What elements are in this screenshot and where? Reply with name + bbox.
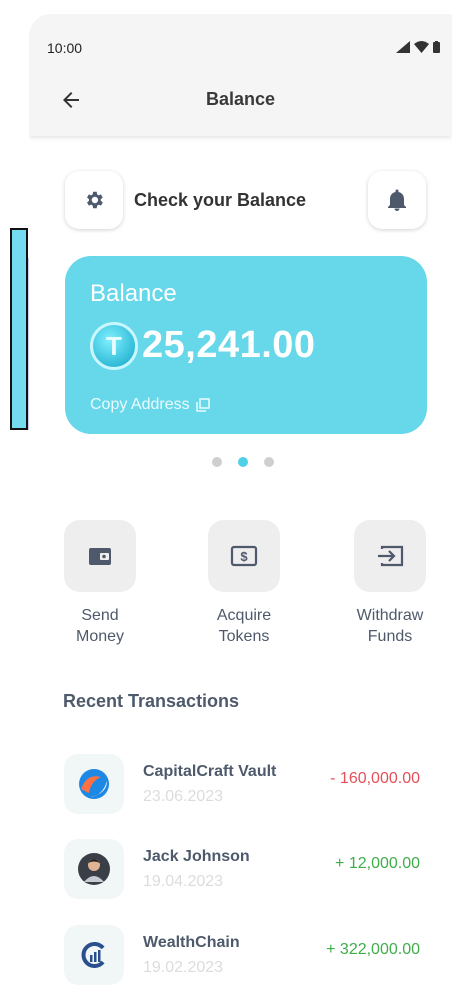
- status-time: 10:00: [47, 40, 83, 56]
- transaction-row[interactable]: Jack Johnson 19.04.2023 + 12,000.00: [64, 839, 434, 901]
- wealthchain-logo-icon: [64, 925, 124, 985]
- card-label: Balance: [90, 280, 177, 307]
- send-money-button[interactable]: Send Money: [50, 520, 150, 647]
- copy-address-button[interactable]: Copy Address: [90, 396, 210, 414]
- transaction-row[interactable]: WealthChain 19.02.2023 + 322,000.00: [64, 925, 434, 987]
- status-icons: [396, 41, 440, 53]
- transaction-date: 19.04.2023: [143, 873, 224, 890]
- app-bar: 10:00 Balance: [29, 14, 452, 136]
- dollar-bill-icon: $: [230, 545, 258, 567]
- transaction-date: 19.02.2023: [143, 959, 224, 976]
- capitalcraft-logo-icon: [64, 754, 124, 814]
- notifications-button[interactable]: [368, 171, 426, 229]
- transaction-name: Jack Johnson: [143, 848, 250, 865]
- transaction-amount: - 160,000.00: [330, 770, 420, 787]
- pager-dot[interactable]: [212, 457, 222, 467]
- withdraw-icon: [378, 545, 404, 567]
- token-coin-icon: T: [90, 322, 138, 370]
- person-avatar-icon: [64, 839, 124, 899]
- copy-icon: [195, 398, 210, 412]
- acquire-tokens-label: Acquire Tokens: [216, 607, 272, 645]
- transaction-amount: + 322,000.00: [326, 941, 420, 958]
- transaction-date: 23.06.2023: [143, 788, 224, 805]
- acquire-tokens-button[interactable]: $ Acquire Tokens: [194, 520, 294, 647]
- send-money-tile[interactable]: [64, 520, 136, 592]
- transaction-amount: + 12,000.00: [335, 855, 420, 872]
- transaction-name: WealthChain: [143, 934, 240, 951]
- withdraw-funds-tile[interactable]: [354, 520, 426, 592]
- withdraw-funds-label: Withdraw Funds: [356, 607, 424, 645]
- signal-icon: [396, 41, 410, 53]
- transaction-name: CapitalCraft Vault: [143, 763, 277, 780]
- pager-dot-active[interactable]: [238, 457, 248, 467]
- page-title: Balance: [205, 89, 276, 109]
- wifi-icon: [414, 41, 429, 53]
- balance-card[interactable]: Balance T 25,241.00 Copy Address: [65, 256, 427, 434]
- selection-highlight: [10, 228, 28, 430]
- carousel-pager: [212, 457, 274, 467]
- acquire-tokens-tile[interactable]: $: [208, 520, 280, 592]
- phone-screen: 10:00 Balance Check your Balance: [29, 14, 452, 979]
- recent-transactions-title: Recent Transactions: [63, 691, 240, 711]
- send-money-label: Send Money: [75, 607, 125, 645]
- battery-icon: [433, 41, 440, 53]
- withdraw-funds-button[interactable]: Withdraw Funds: [340, 520, 440, 647]
- wallet-icon: [89, 548, 111, 565]
- copy-address-label: Copy Address: [90, 396, 190, 413]
- svg-text:$: $: [240, 549, 248, 564]
- pager-dot[interactable]: [264, 457, 274, 467]
- transaction-row[interactable]: CapitalCraft Vault 23.06.2023 - 160,000.…: [64, 754, 434, 816]
- balance-amount: 25,241.00: [142, 324, 316, 366]
- bell-icon: [388, 189, 406, 211]
